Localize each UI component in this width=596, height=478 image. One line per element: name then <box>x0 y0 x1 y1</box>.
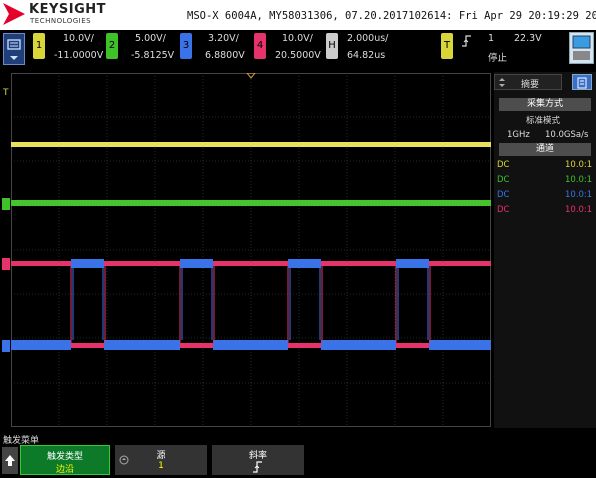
channel-3-offset: 6.8800V <box>205 50 245 61</box>
acquisition-mode-button[interactable]: 采集方式 <box>499 98 591 111</box>
channel-1-trace <box>11 142 491 147</box>
rising-edge-icon <box>253 461 262 473</box>
channel-1-scale: 10.0V/ <box>63 33 94 44</box>
trigger-badge: T <box>441 33 453 59</box>
horizontal-delay: 64.82us <box>347 50 386 61</box>
channels-button[interactable]: 通道 <box>499 143 591 156</box>
trigger-state: 停止 <box>488 53 508 64</box>
acquisition-mode-value: 标准模式 <box>526 116 561 126</box>
channel-2-offset: -5.8125V <box>131 50 175 61</box>
arrows-icon <box>499 78 505 87</box>
keysight-logo-icon <box>3 3 25 25</box>
ch2-coupling: DC <box>497 175 510 185</box>
channel-2-badge: 2 <box>106 33 118 59</box>
trigger-source: 1 <box>488 33 495 44</box>
horizontal-info[interactable]: H 2.000us/ 64.82us <box>326 33 398 66</box>
softkey-source-label: 源 <box>156 451 166 461</box>
touch-toggle-button[interactable] <box>569 32 594 64</box>
softkey-trigger-type-label: 触发类型 <box>46 452 83 462</box>
channel-3-info[interactable]: 3 3.20V/ 6.8800V <box>180 33 250 66</box>
softkey-trigger-type[interactable]: 触发类型 边沿 <box>20 445 110 475</box>
softkey-source[interactable]: 源 1 <box>115 445 207 475</box>
sample-rate-value: 10.0GSa/s <box>545 130 589 140</box>
bandwidth-value: 1GHz <box>507 130 530 140</box>
channel-4-offset: 20.5000V <box>275 50 321 61</box>
channel-2-trace <box>11 200 491 206</box>
list-icon <box>577 77 587 89</box>
trigger-level-marker[interactable]: T <box>3 88 10 98</box>
softkey-trigger-type-value: 边沿 <box>55 465 74 475</box>
channel-4-scale: 10.0V/ <box>282 33 313 44</box>
instrument-info: MSO-X 6004A, MY58031306, 07.20.201710261… <box>187 10 596 22</box>
main-menu-button[interactable] <box>3 33 25 65</box>
softkey-slope-label: 斜率 <box>248 451 267 461</box>
channel-2-scale: 5.00V/ <box>135 33 166 44</box>
horizontal-timebase: 2.000us/ <box>347 33 389 44</box>
channel-2-ground-marker[interactable] <box>2 198 10 210</box>
panel-menu-button[interactable] <box>572 74 592 90</box>
up-arrow-icon <box>5 455 15 466</box>
trigger-info[interactable]: T 1 22.3V 停止 <box>441 33 546 66</box>
brand-name: KEYSIGHT <box>29 2 106 17</box>
menu-icon <box>7 39 21 60</box>
channel-3-badge: 3 <box>180 33 192 59</box>
waveform-display[interactable] <box>11 73 491 427</box>
ch1-coupling: DC <box>497 160 510 170</box>
channel-1-offset: -11.0000V <box>54 50 104 61</box>
channel-1-badge: 1 <box>33 33 45 59</box>
channel-4-ground-marker[interactable] <box>2 258 10 270</box>
softkey-source-value: 1 <box>158 461 164 471</box>
channel-1-info[interactable]: 1 10.0V/ -11.0000V <box>33 33 103 66</box>
ch3-probe: 10.0:1 <box>565 190 593 200</box>
tab-summary[interactable]: 摘要 <box>494 74 562 90</box>
channel-4-info[interactable]: 4 10.0V/ 20.5000V <box>254 33 324 66</box>
screen-icon <box>572 35 591 60</box>
channel-3-scale: 3.20V/ <box>208 33 239 44</box>
horizontal-badge: H <box>326 33 338 59</box>
ch4-probe: 10.0:1 <box>565 205 593 215</box>
trigger-level: 22.3V <box>514 33 542 44</box>
ch3-coupling: DC <box>497 190 510 200</box>
rising-edge-icon <box>462 35 471 47</box>
ch4-coupling: DC <box>497 205 510 215</box>
back-button[interactable] <box>2 447 18 474</box>
ch1-probe: 10.0:1 <box>565 160 593 170</box>
channel-2-info[interactable]: 2 5.00V/ -5.8125V <box>106 33 176 66</box>
channel-3-ground-marker[interactable] <box>2 340 10 352</box>
softkey-slope[interactable]: 斜率 <box>212 445 304 475</box>
ch2-probe: 10.0:1 <box>565 175 593 185</box>
channel-4-badge: 4 <box>254 33 266 59</box>
brand-subtitle: TECHNOLOGIES <box>30 17 92 25</box>
tab-summary-label: 摘要 <box>521 80 540 90</box>
